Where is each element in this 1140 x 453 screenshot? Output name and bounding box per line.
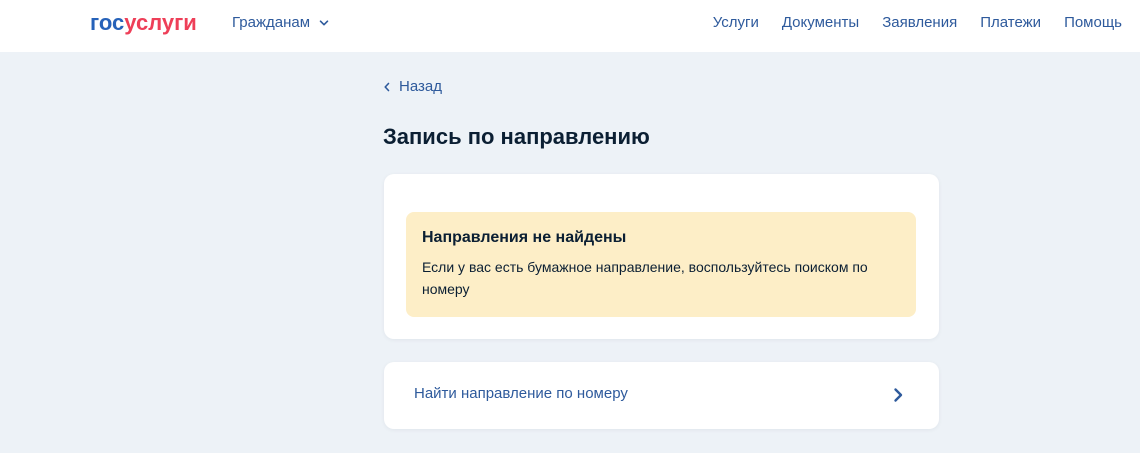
chevron-right-icon bbox=[894, 388, 903, 402]
logo-part-uslugi: услуги bbox=[124, 10, 197, 35]
chevron-down-icon bbox=[319, 20, 329, 26]
nav-item-services[interactable]: Услуги bbox=[713, 14, 759, 32]
audience-label: Гражданам bbox=[232, 14, 311, 31]
site-header: госуслуги Гражданам Услуги Документы Зая… bbox=[0, 0, 1140, 52]
notice-card: Направления не найдены Если у вас есть б… bbox=[384, 174, 939, 339]
nav-item-payments[interactable]: Платежи bbox=[980, 14, 1041, 32]
warning-notice: Направления не найдены Если у вас есть б… bbox=[406, 212, 916, 317]
find-referral-by-number-button[interactable]: Найти направление по номеру bbox=[384, 362, 939, 429]
gosuslugi-logo[interactable]: госуслуги bbox=[90, 10, 197, 36]
audience-dropdown[interactable]: Гражданам bbox=[232, 14, 329, 32]
back-link[interactable]: Назад bbox=[383, 78, 442, 96]
page-title: Запись по направлению bbox=[383, 124, 650, 149]
nav-item-documents[interactable]: Документы bbox=[782, 14, 859, 32]
notice-text: Если у вас есть бумажное направление, во… bbox=[422, 259, 868, 297]
nav-item-applications[interactable]: Заявления bbox=[882, 14, 957, 32]
notice-title: Направления не найдены bbox=[422, 229, 627, 246]
back-label: Назад bbox=[399, 78, 442, 95]
main-nav: Услуги Документы Заявления Платежи Помощ… bbox=[713, 14, 1122, 32]
find-referral-label: Найти направление по номеру bbox=[414, 385, 628, 402]
chevron-left-icon bbox=[384, 82, 390, 92]
nav-item-help[interactable]: Помощь bbox=[1064, 14, 1122, 32]
logo-part-gos: гос bbox=[90, 10, 125, 35]
